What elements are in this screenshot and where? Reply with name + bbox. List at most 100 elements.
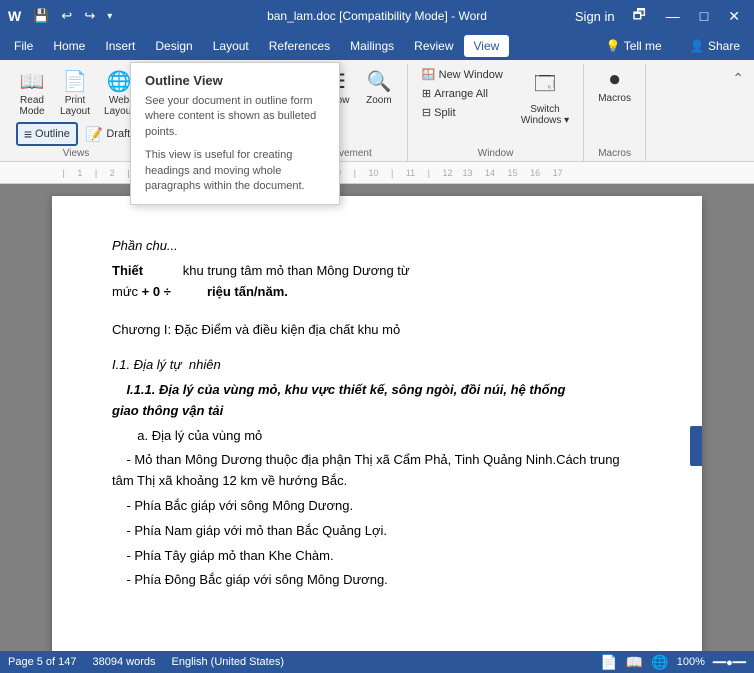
doc-line-2: Thiết khu trung tâm mỏ than Mông Dương t… bbox=[112, 261, 642, 303]
title-text: ban_lam.doc [Compatibility Mode] - Word bbox=[267, 9, 487, 23]
macros-btn[interactable]: ⏺ Macros bbox=[592, 66, 637, 107]
split-label: Split bbox=[434, 107, 455, 119]
read-mode-icon: 📖 bbox=[20, 69, 45, 94]
save-btn[interactable]: 💾 bbox=[29, 6, 53, 26]
zoom-btn[interactable]: 🔍 Zoom bbox=[359, 66, 399, 109]
draft-btn[interactable]: 📝 Draft bbox=[80, 122, 136, 146]
doc-para-3: - Phía Nam giáp với mỏ than Bắc Quảng Lợ… bbox=[112, 521, 642, 542]
window-buttons: 🪟 New Window ⊞ Arrange All ⊟ Split 🗔 Swi… bbox=[416, 66, 575, 146]
menu-mailings[interactable]: Mailings bbox=[340, 35, 404, 57]
minimize-btn[interactable]: — bbox=[660, 6, 686, 26]
restore-btn[interactable]: 🗗 bbox=[627, 2, 652, 30]
ribbon-group-window: 🪟 New Window ⊞ Arrange All ⊟ Split 🗔 Swi… bbox=[408, 64, 584, 161]
split-icon: ⊟ bbox=[422, 106, 431, 119]
menu-references[interactable]: References bbox=[259, 35, 340, 57]
draft-label: Draft bbox=[106, 128, 130, 140]
signin-btn[interactable]: Sign in bbox=[571, 7, 619, 26]
doc-chapter: Chương I: Đặc Điểm và điều kiện địa chất… bbox=[112, 320, 642, 341]
menu-review[interactable]: Review bbox=[404, 35, 463, 57]
outline-btn[interactable]: ≡ Outline bbox=[16, 122, 78, 146]
maximize-btn[interactable]: □ bbox=[694, 6, 714, 26]
close-btn[interactable]: ✕ bbox=[722, 6, 746, 27]
arrange-all-icon: ⊞ bbox=[422, 87, 431, 100]
print-layout-btn[interactable]: 📄 PrintLayout bbox=[54, 66, 96, 120]
redo-btn[interactable]: ↪ bbox=[80, 6, 99, 26]
zoom-level: 100% bbox=[677, 656, 705, 668]
read-mode-btn[interactable]: 📖 ReadMode bbox=[12, 66, 52, 120]
menu-file[interactable]: File bbox=[4, 35, 43, 57]
word-count: 38094 words bbox=[93, 656, 156, 668]
tooltip-title: Outline View bbox=[145, 73, 325, 88]
zoom-slider[interactable]: ━━●━━ bbox=[713, 656, 746, 669]
word-icon: W bbox=[8, 8, 21, 24]
status-bar: Page 5 of 147 38094 words English (Unite… bbox=[0, 651, 754, 673]
switch-windows-btn[interactable]: 🗔 SwitchWindows ▾ bbox=[515, 66, 575, 129]
tooltip-popup: Outline View See your document in outlin… bbox=[130, 62, 340, 205]
tooltip-desc1: See your document in outline form where … bbox=[145, 94, 325, 140]
customize-btn[interactable]: ▾ bbox=[103, 9, 116, 24]
macros-buttons: ⏺ Macros bbox=[592, 66, 637, 146]
menu-home[interactable]: Home bbox=[43, 35, 95, 57]
collapse-ribbon-btn[interactable]: ⌃ bbox=[726, 68, 750, 89]
macros-icon: ⏺ bbox=[610, 69, 620, 92]
new-window-icon: 🪟 bbox=[422, 68, 436, 81]
scroll-indicator[interactable] bbox=[690, 426, 702, 466]
outline-icon: ≡ bbox=[24, 126, 32, 142]
menu-design[interactable]: Design bbox=[145, 35, 202, 57]
doc-para-5: - Phía Đông Bắc giáp với sông Mông Dương… bbox=[112, 570, 642, 591]
view-mode-read[interactable]: 📖 bbox=[626, 654, 643, 671]
outline-label: Outline bbox=[35, 128, 70, 140]
menu-insert[interactable]: Insert bbox=[95, 35, 145, 57]
doc-section-1-1: I.1.1. Địa lý của vùng mỏ, khu vực thiết… bbox=[112, 380, 642, 422]
switch-windows-icon: 🗔 bbox=[534, 69, 556, 103]
arrange-all-label: Arrange All bbox=[434, 88, 488, 100]
read-mode-label: ReadMode bbox=[19, 95, 44, 117]
doc-para-2: - Phía Bắc giáp với sông Mông Dương. bbox=[112, 496, 642, 517]
doc-para-1: - Mỏ than Mông Dương thuộc địa phận Thị … bbox=[112, 450, 642, 492]
doc-line-2-text: khu trung tâm mỏ than Mông Dương từmức +… bbox=[112, 263, 410, 299]
page-info: Page 5 of 147 bbox=[8, 656, 77, 668]
ribbon-group-views: 📖 ReadMode 📄 PrintLayout 🌐 WebLayout ≡ O… bbox=[4, 64, 149, 161]
tell-me-btn[interactable]: 💡 Tell me bbox=[596, 35, 672, 57]
doc-line-1: Phần chu... bbox=[112, 236, 642, 257]
window-group-label: Window bbox=[478, 148, 514, 161]
new-window-btn[interactable]: 🪟 New Window bbox=[416, 66, 509, 83]
share-btn[interactable]: 👤 Share bbox=[680, 35, 750, 57]
status-bar-right: 📄 📖 🌐 100% ━━●━━ bbox=[600, 654, 746, 671]
web-layout-icon: 🌐 bbox=[107, 69, 132, 94]
ruler: | 1 | 2 | 3 | 4 | 5 | 6 | 7 | 8 | 9 | 10… bbox=[0, 162, 754, 184]
split-btn[interactable]: ⊟ Split bbox=[416, 104, 509, 121]
menu-bar: File Home Insert Design Layout Reference… bbox=[0, 32, 754, 60]
undo-btn[interactable]: ↩ bbox=[57, 6, 76, 26]
zoom-icon: 🔍 bbox=[366, 69, 391, 94]
switch-windows-label: SwitchWindows ▾ bbox=[521, 104, 569, 126]
tooltip-note: This view is useful for creating heading… bbox=[145, 148, 325, 194]
doc-sub-a: a. Địa lý của vùng mỏ bbox=[112, 426, 642, 447]
new-window-label: New Window bbox=[439, 69, 503, 81]
title-bar: W 💾 ↩ ↪ ▾ ban_lam.doc [Compatibility Mod… bbox=[0, 0, 754, 32]
arrange-all-btn[interactable]: ⊞ Arrange All bbox=[416, 85, 509, 102]
print-layout-label: PrintLayout bbox=[60, 95, 90, 117]
macros-label: Macros bbox=[598, 93, 631, 104]
ribbon-groups: 📖 ReadMode 📄 PrintLayout 🌐 WebLayout ≡ O… bbox=[0, 64, 754, 161]
language: English (United States) bbox=[172, 656, 285, 668]
view-mode-print[interactable]: 📄 bbox=[600, 654, 617, 671]
title-bar-left: W 💾 ↩ ↪ ▾ bbox=[8, 6, 116, 26]
menu-view[interactable]: View bbox=[464, 35, 510, 57]
print-layout-icon: 📄 bbox=[63, 69, 88, 94]
document-page: Phần chu... Thiết khu trung tâm mỏ than … bbox=[52, 196, 702, 651]
view-mode-web[interactable]: 🌐 bbox=[651, 654, 668, 671]
ribbon: 📖 ReadMode 📄 PrintLayout 🌐 WebLayout ≡ O… bbox=[0, 60, 754, 162]
quick-access-toolbar: W 💾 ↩ ↪ ▾ bbox=[8, 6, 116, 26]
zoom-label: Zoom bbox=[366, 95, 392, 106]
title-bar-right: Sign in 🗗 — □ ✕ bbox=[571, 2, 746, 30]
doc-line-2-bold: Thiết bbox=[112, 263, 143, 278]
doc-para-4: - Phía Tây giáp mỏ than Khe Chàm. bbox=[112, 546, 642, 567]
draft-icon: 📝 bbox=[86, 126, 103, 143]
doc-section-1: I.1. Địa lý tự nhiên bbox=[112, 355, 642, 376]
views-buttons: 📖 ReadMode 📄 PrintLayout 🌐 WebLayout bbox=[12, 66, 140, 120]
document-area[interactable]: Phần chu... Thiết khu trung tâm mỏ than … bbox=[0, 184, 754, 651]
views-group-label: Views bbox=[63, 148, 90, 161]
menu-layout[interactable]: Layout bbox=[203, 35, 259, 57]
ribbon-group-macros: ⏺ Macros Macros bbox=[584, 64, 646, 161]
